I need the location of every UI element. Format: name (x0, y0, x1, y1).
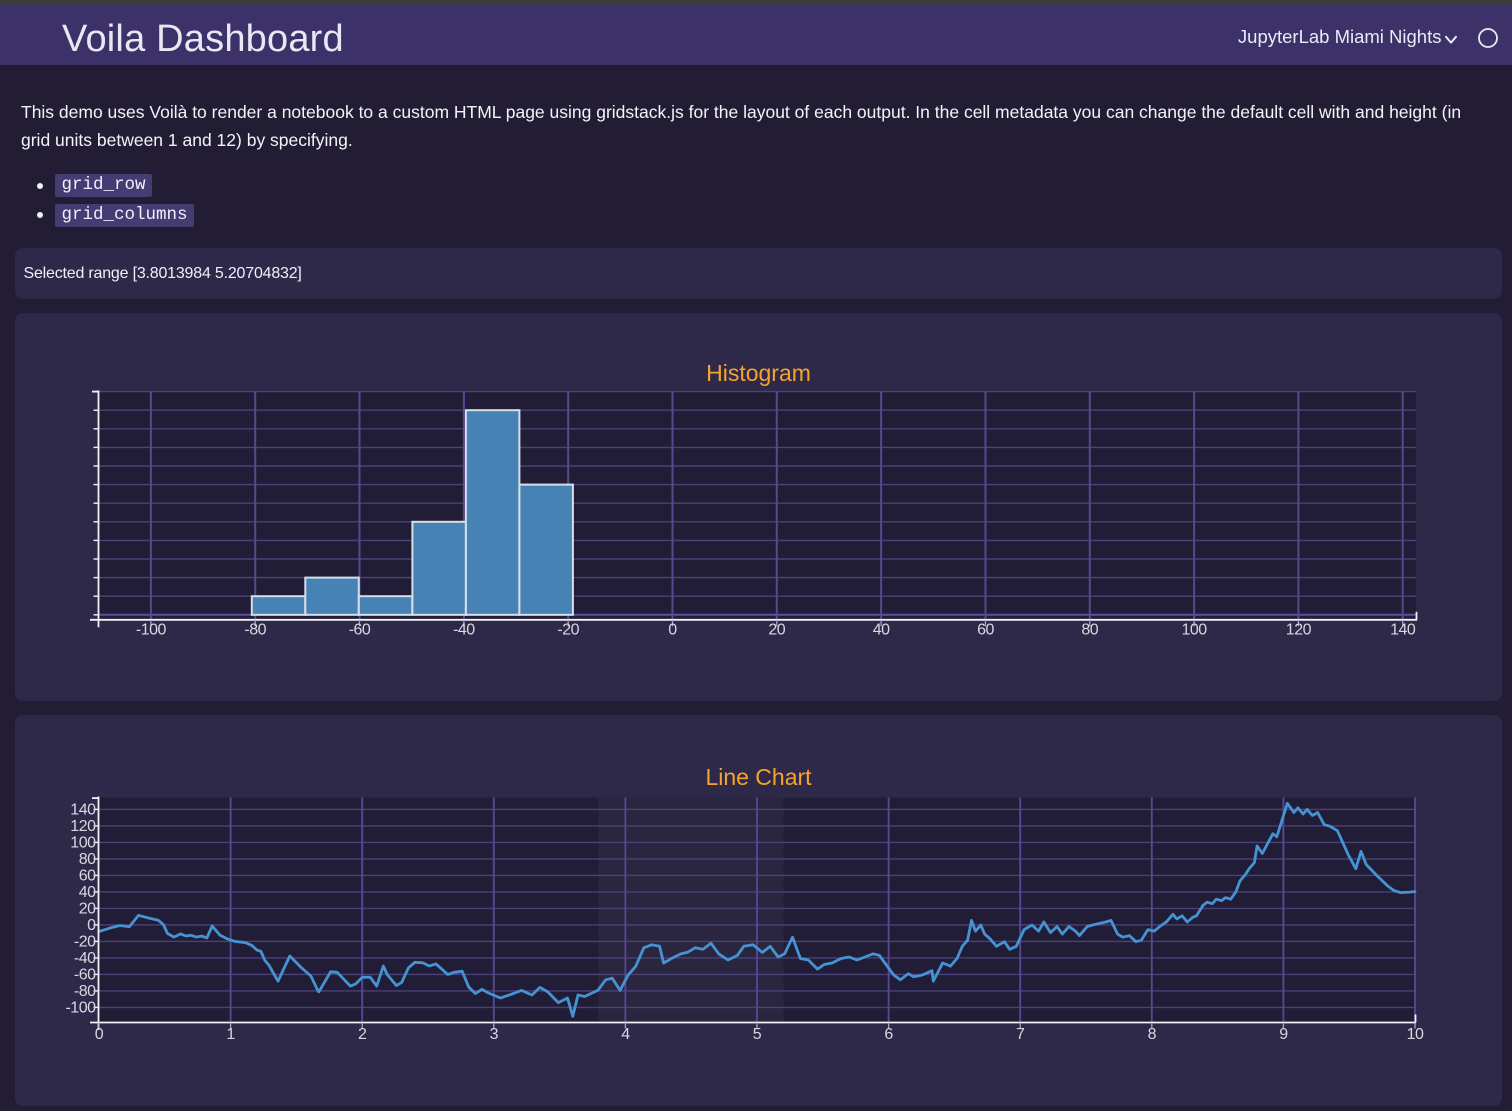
svg-text:7: 7 (1016, 1026, 1025, 1043)
svg-text:40: 40 (873, 621, 890, 638)
svg-text:100: 100 (1181, 621, 1207, 638)
svg-text:5: 5 (753, 1026, 762, 1043)
svg-text:-20: -20 (557, 621, 579, 638)
svg-text:20: 20 (79, 900, 96, 917)
svg-text:80: 80 (79, 850, 96, 867)
svg-text:8: 8 (1148, 1026, 1157, 1043)
svg-text:2: 2 (358, 1026, 367, 1043)
svg-text:100: 100 (70, 834, 96, 851)
svg-text:60: 60 (977, 621, 994, 638)
svg-text:6: 6 (884, 1026, 893, 1043)
svg-text:1: 1 (226, 1026, 235, 1043)
svg-text:9: 9 (1279, 1026, 1288, 1043)
svg-text:-40: -40 (453, 621, 475, 638)
svg-text:0: 0 (668, 621, 677, 638)
svg-text:-100: -100 (65, 999, 96, 1016)
svg-text:80: 80 (1081, 621, 1098, 638)
svg-text:0: 0 (95, 1026, 104, 1043)
svg-text:-40: -40 (74, 949, 96, 966)
svg-text:120: 120 (1286, 621, 1312, 638)
svg-text:140: 140 (1390, 621, 1416, 638)
svg-text:-100: -100 (136, 621, 167, 638)
svg-text:140: 140 (70, 801, 96, 818)
svg-text:-20: -20 (74, 933, 96, 950)
svg-text:-60: -60 (349, 621, 371, 638)
svg-text:-60: -60 (74, 966, 96, 983)
svg-text:120: 120 (70, 817, 96, 834)
svg-text:-80: -80 (244, 621, 266, 638)
svg-text:20: 20 (768, 621, 785, 638)
svg-text:40: 40 (79, 883, 96, 900)
svg-text:0: 0 (87, 916, 96, 933)
svg-text:-80: -80 (74, 982, 96, 999)
svg-text:10: 10 (1407, 1026, 1424, 1043)
svg-text:3: 3 (490, 1026, 499, 1043)
svg-text:60: 60 (79, 867, 96, 884)
svg-text:4: 4 (621, 1026, 630, 1043)
